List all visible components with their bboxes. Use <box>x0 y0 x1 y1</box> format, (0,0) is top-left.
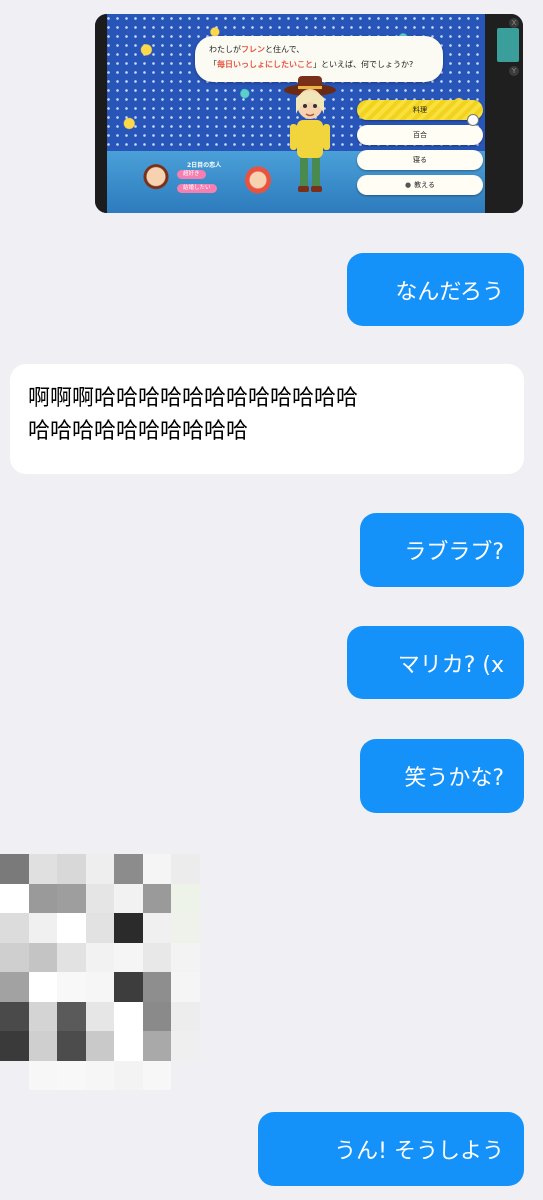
message-text: なんだろう <box>395 279 504 305</box>
y-button-icon: Y <box>509 66 519 76</box>
message-bubble-outgoing[interactable]: 笑うかな? <box>360 739 524 813</box>
attached-photo[interactable]: わたしがフレンと住んで、 「毎日いっしょにしたいこと」といえば、何でしょうか? <box>95 14 523 213</box>
message-bubble-outgoing[interactable]: ラブラブ? <box>360 513 524 587</box>
answer-choices: 料理 百合 寝る ● 教える <box>357 100 483 200</box>
mii-character <box>284 76 336 192</box>
question-highlight: 毎日いっしょにしたいこと <box>217 60 313 69</box>
x-button-icon: X <box>509 18 519 28</box>
speech-bubble-icon: ● <box>405 181 412 189</box>
console-side-screen <box>497 28 519 62</box>
message-bubble-outgoing[interactable]: うん! そうしよう <box>258 1112 524 1186</box>
relationship-tag-love: 超好き <box>177 170 206 179</box>
message-text: ラブラブ? <box>404 540 504 565</box>
console-left-edge <box>95 14 107 213</box>
question-name: フレン <box>241 45 265 54</box>
game-screen: わたしがフレンと住んで、 「毎日いっしょにしたいこと」といえば、何でしょうか? <box>95 14 523 213</box>
pixelated-image[interactable] <box>0 854 200 1090</box>
message-text: うん! そうしよう <box>334 1139 504 1164</box>
hand-cursor-icon <box>467 114 479 126</box>
question-line-1: わたしがフレンと住んで、 <box>209 45 305 54</box>
choice-teach[interactable]: ● 教える <box>357 175 483 195</box>
message-text: マリカ? (x <box>397 652 504 678</box>
console-joycon-right: X Y <box>485 14 523 213</box>
relationship-tag-marry: 結婚したい <box>177 184 217 193</box>
message-text: 笑うかな? <box>404 766 504 791</box>
message-text-line-2: 哈哈哈哈哈哈哈哈哈哈 <box>28 419 249 444</box>
mii-avatar-left <box>143 164 169 192</box>
relationship-title: 2日目の恋人 <box>187 162 222 169</box>
choice-cooking[interactable]: 料理 <box>357 100 483 120</box>
mii-avatar-right <box>245 166 271 194</box>
choice-yuri[interactable]: 百合 <box>357 125 483 145</box>
message-bubble-incoming[interactable]: 啊啊啊哈哈哈哈哈哈哈哈哈哈哈哈 哈哈哈哈哈哈哈哈哈哈 <box>10 364 524 474</box>
message-bubble-outgoing[interactable]: なんだろう <box>347 253 524 326</box>
message-text-line-1: 啊啊啊哈哈哈哈哈哈哈哈哈哈哈哈 <box>28 386 359 411</box>
choice-sleep[interactable]: 寝る <box>357 150 483 170</box>
question-line-2: 「毎日いっしょにしたいこと」といえば、何でしょうか? <box>209 60 414 69</box>
message-bubble-outgoing[interactable]: マリカ? (x <box>347 626 524 699</box>
